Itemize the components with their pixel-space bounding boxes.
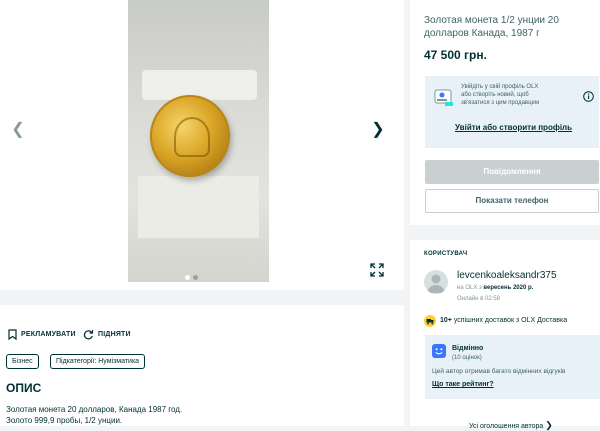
all-ads-label: Усі оголошення автора	[469, 423, 544, 430]
chevron-right-icon: ❯	[545, 420, 553, 430]
delivery-truck-icon	[424, 315, 436, 327]
seller-name[interactable]: levcenkoaleksandr375	[457, 270, 557, 281]
listing-details: РЕКЛАМУВАТИ ПІДНЯТИ Бізнес Підкатегорії:…	[0, 305, 404, 426]
rating-info-link[interactable]: Що таке рейтинг?	[432, 381, 494, 388]
seller-online: Онлайн в 02:58	[457, 296, 501, 302]
chevron-left-icon[interactable]: ❮	[8, 120, 28, 140]
tag-subcategory[interactable]: Підкатегорії: Нумізматика	[50, 354, 146, 369]
expand-icon[interactable]	[370, 263, 384, 277]
listing-title-line: долларов Канада, 1987 г	[424, 28, 540, 39]
listing-photo[interactable]	[128, 0, 269, 282]
rating-text: Цей автор отримав багато відмінних відгу…	[432, 368, 566, 375]
price-panel: Золотая монета 1/2 унции 20 долларов Кан…	[410, 0, 600, 225]
tag-business[interactable]: Бізнес	[6, 354, 39, 369]
gallery-dot[interactable]	[193, 275, 198, 280]
rating-box: Відмінно (10 оцінок) Цей автор отримав б…	[425, 335, 600, 399]
raise-button[interactable]: ПІДНЯТИ	[98, 331, 131, 338]
photo-gallery: ❮ ❯	[0, 0, 404, 290]
description-heading: ОПИС	[6, 381, 42, 395]
description-line: Золото 999,9 пробы, 1/2 унции.	[6, 416, 123, 425]
message-button[interactable]: Повідомлення	[425, 160, 599, 184]
refresh-icon	[83, 329, 94, 340]
notice-text: зв'язатися з цим продавцем	[461, 100, 539, 106]
chevron-right-icon[interactable]: ❯	[370, 120, 386, 140]
show-phone-button[interactable]: Показати телефон	[425, 189, 599, 213]
description-line: Золотая монета 20 долларов, Канада 1987 …	[6, 405, 183, 414]
bookmark-icon	[8, 329, 18, 341]
seller-since-date: вересень 2020 р.	[483, 285, 534, 291]
gallery-dot-active[interactable]	[185, 275, 190, 280]
info-icon[interactable]	[583, 91, 594, 102]
seller-since: на OLX з вересень 2020 р.	[457, 284, 533, 293]
notice-text: Увійдіть у свій профіль OLX	[461, 84, 539, 90]
listing-title-line: Золотая монета 1/2 унции 20	[424, 15, 559, 26]
deliveries-text: успішних доставок з OLX Доставка	[451, 317, 568, 324]
gallery-dots	[185, 267, 201, 280]
seller-panel: КОРИСТУВАЧ levcenkoaleksandr375 на OLX з…	[410, 240, 600, 430]
deliveries-count: 10+	[440, 317, 452, 324]
login-link[interactable]: Увійти або створити профіль	[455, 123, 572, 132]
rating-subtitle: (10 оцінок)	[452, 355, 482, 361]
notice-text: або створіть новий, щоб	[461, 92, 529, 98]
gold-coin-image	[150, 95, 230, 177]
photo-box-base	[138, 176, 259, 238]
user-avatar-icon[interactable]	[424, 270, 448, 294]
listing-price: 47 500 грн.	[424, 48, 487, 62]
profile-card-icon	[433, 86, 455, 108]
login-notice: Увійдіть у свій профіль OLX або створіть…	[425, 76, 599, 148]
rating-title: Відмінно	[452, 345, 484, 352]
promote-button[interactable]: РЕКЛАМУВАТИ	[21, 331, 76, 338]
seller-section-label: КОРИСТУВАЧ	[424, 251, 468, 257]
deliveries-info: 10+ успішних доставок з OLX Доставка	[440, 317, 567, 324]
seller-since-prefix: на OLX з	[457, 285, 484, 291]
maple-leaf-mark	[174, 117, 210, 157]
